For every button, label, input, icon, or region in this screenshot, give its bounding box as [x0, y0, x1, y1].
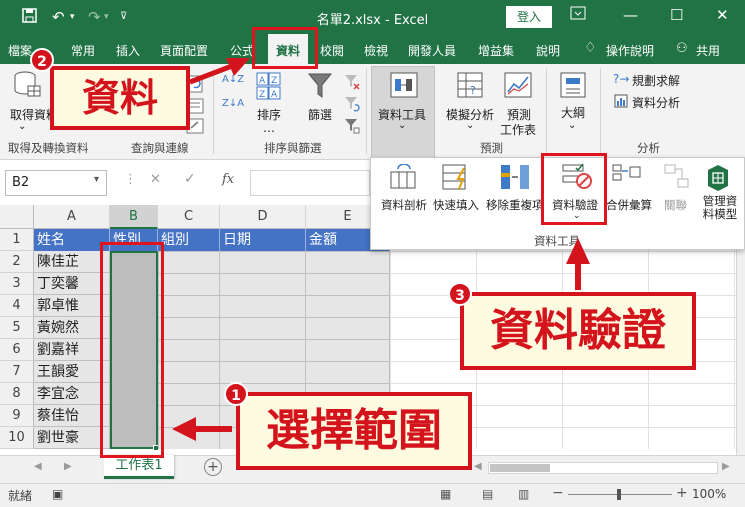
step-badge-1: 1: [224, 382, 248, 406]
step-badge-2: 2: [30, 48, 54, 72]
step-badge-3: 3: [448, 282, 472, 306]
callout-data-tab: 資料: [50, 66, 190, 130]
callout-select-range: 選擇範圍: [236, 392, 472, 470]
callout-data-validation: 資料驗證: [460, 292, 696, 370]
